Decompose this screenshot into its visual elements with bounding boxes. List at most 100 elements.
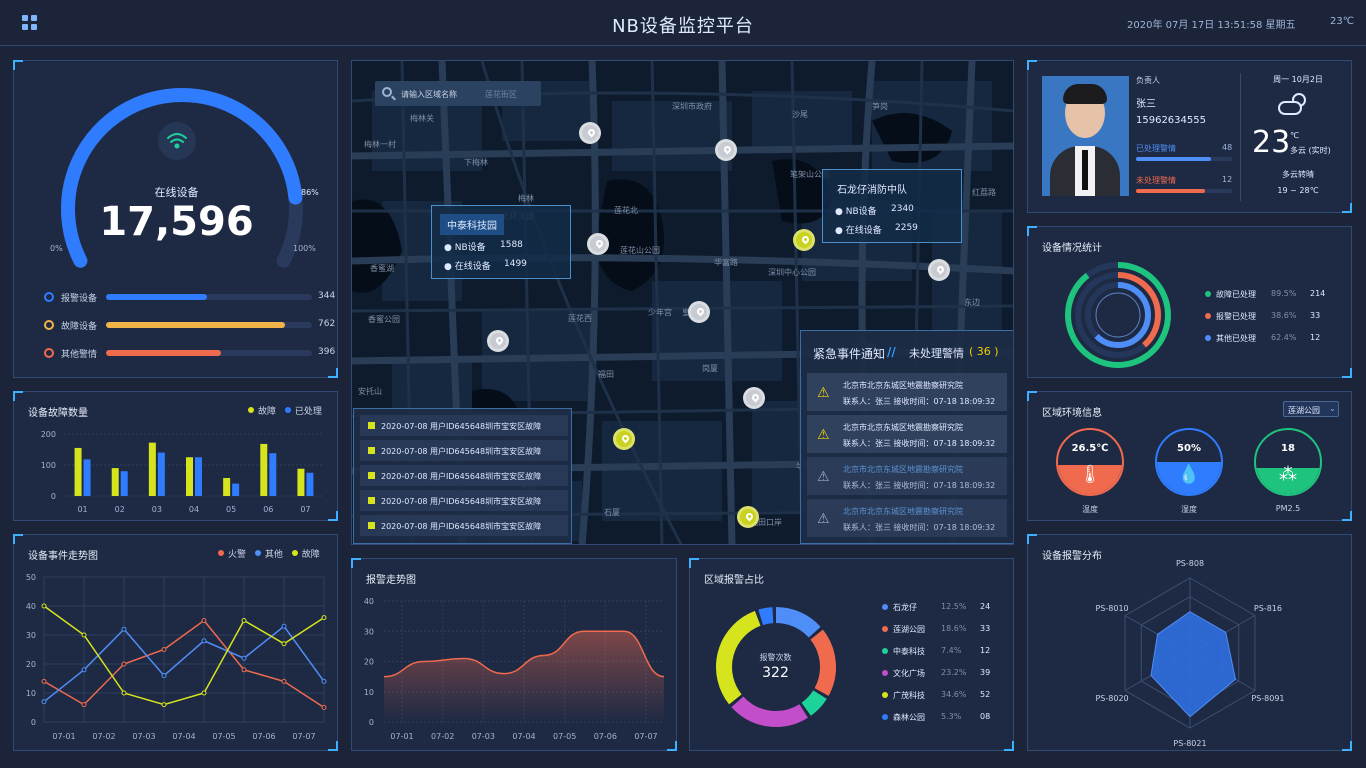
data-point xyxy=(201,618,207,623)
weather-date: 周一 10月2日 xyxy=(1273,75,1323,84)
city-map[interactable]: 梅林一村下梅林莲花山公园笔架山公园深圳中心公园香蜜湖莲花西福田深圳国际广场梅林关… xyxy=(351,60,1014,545)
y-tick: 40 xyxy=(26,602,36,611)
callout-row: ● 在线设备 xyxy=(835,226,882,236)
x-tick: 02 xyxy=(115,505,125,514)
map-place-label: 安托山 xyxy=(358,387,382,396)
alarm-item[interactable]: ⚠ 北京市北京东城区地震勘察研究院 联系人：张三 接收时间：07-18 18:0… xyxy=(807,499,1007,537)
map-pin-alert[interactable] xyxy=(613,428,635,450)
map-pin[interactable] xyxy=(688,301,710,323)
map-pin[interactable] xyxy=(587,233,609,255)
map-pin[interactable] xyxy=(743,387,765,409)
y-tick: 0 xyxy=(369,718,374,727)
x-tick: 07-01 xyxy=(390,732,413,741)
event-list-item[interactable]: 2020-07-08 用户ID645648圳市宝安区故障 xyxy=(360,490,568,511)
chevron-down-icon: ⌄ xyxy=(1329,404,1336,413)
x-tick: 07-06 xyxy=(252,732,275,741)
x-tick: 07-03 xyxy=(472,732,495,741)
region-count: 39 xyxy=(980,668,991,677)
map-place-label: 东边 xyxy=(964,298,980,307)
bar-fault xyxy=(260,443,268,496)
map-pin[interactable] xyxy=(715,139,737,161)
region-name: 文化广场 xyxy=(893,669,925,678)
map-place-label: 香蜜公园 xyxy=(368,315,400,324)
alarm-item[interactable]: ⚠ 北京市北京东城区地震勘察研究院 联系人：张三 接收时间：07-18 18:0… xyxy=(807,457,1007,495)
temperature: 23℃ xyxy=(1330,16,1354,27)
area-fill xyxy=(384,631,664,722)
env-title: 区域环境信息 xyxy=(1042,408,1102,419)
data-point xyxy=(241,667,247,673)
x-tick: 01 xyxy=(77,505,87,514)
x-tick: 07-07 xyxy=(292,732,315,741)
event-list-item[interactable]: 2020-07-08 用户ID645648圳市宝安区故障 xyxy=(360,440,568,461)
legend-dot xyxy=(1205,291,1211,297)
callout-title: 中泰科技园 xyxy=(440,214,504,235)
donut-slice xyxy=(758,607,774,626)
bar-fault xyxy=(111,468,119,496)
callout-shilongzai[interactable]: 石龙仔消防中队 ● NB设备 2340 ● 在线设备 2259 xyxy=(822,169,962,243)
legend-dot xyxy=(882,626,888,632)
device-stat-count: 214 xyxy=(1310,289,1326,298)
x-tick: 07-02 xyxy=(431,732,454,741)
legend-dot xyxy=(882,670,888,676)
x-tick: 03 xyxy=(152,505,162,514)
notice-title: 紧急事件通知 xyxy=(813,347,886,361)
event-list-item[interactable]: 2020-07-08 用户ID645648圳市宝安区故障 xyxy=(360,465,568,486)
callout-title: 石龙仔消防中队 xyxy=(837,185,907,196)
data-point xyxy=(281,678,287,684)
bar-handled xyxy=(232,483,240,496)
donut-slice xyxy=(801,690,827,716)
status-fill xyxy=(106,350,222,356)
legend-dot xyxy=(882,604,888,610)
x-tick: 07 xyxy=(300,505,310,514)
legend-dot xyxy=(1205,335,1211,341)
status-fill xyxy=(106,322,286,328)
data-point xyxy=(161,647,167,652)
donut-slice xyxy=(775,607,821,638)
map-pin[interactable] xyxy=(487,330,509,352)
map-pin[interactable] xyxy=(579,122,601,144)
alarm-item[interactable]: ⚠ 北京市北京东城区地震勘察研究院 联系人：张三 接收时间：07-18 18:0… xyxy=(807,415,1007,453)
alarm-item[interactable]: ⚠ 北京市北京东城区地震勘察研究院 联系人：张三 接收时间：07-18 18:0… xyxy=(807,373,1007,411)
x-tick: 07-03 xyxy=(132,732,155,741)
status-value: 344 xyxy=(318,291,336,301)
status-value: 762 xyxy=(318,319,336,329)
gauge-percent: 86% xyxy=(301,188,319,197)
event-list-item[interactable]: 2020-07-08 用户ID645648圳市宝安区故障 xyxy=(360,515,568,536)
radar-axis-label: PS-8010 xyxy=(1095,604,1128,613)
data-point xyxy=(81,667,87,673)
x-tick: 07-04 xyxy=(512,732,535,741)
env-label: PM2.5 xyxy=(1275,504,1301,513)
event-text: 2020-07-08 用户ID645648圳市宝安区故障 xyxy=(381,447,542,456)
map-search-box[interactable]: 请输入区域名称 莲花街区 xyxy=(375,81,541,106)
x-tick: 06 xyxy=(263,505,273,514)
unhandled-bar xyxy=(1136,189,1232,193)
x-tick: 07-07 xyxy=(634,732,657,741)
callout-zhongtai[interactable]: 中泰科技园 ● NB设备 1588 ● 在线设备 1499 xyxy=(431,205,571,279)
y-tick: 30 xyxy=(26,631,36,640)
y-tick: 100 xyxy=(41,461,56,470)
handled-count: 48 xyxy=(1222,143,1233,152)
region-select-value: 莲湖公园 xyxy=(1288,406,1320,415)
alarm-address: 北京市北京东城区地震勘察研究院 xyxy=(843,381,963,390)
map-pin[interactable] xyxy=(928,259,950,281)
event-text: 2020-07-08 用户ID645648圳市宝安区故障 xyxy=(381,472,542,481)
env-icon: 🌡 xyxy=(1078,464,1102,485)
event-list-item[interactable]: 2020-07-08 用户ID645648圳市宝安区故障 xyxy=(360,415,568,436)
device-stat-pct: 89.5% xyxy=(1271,289,1297,298)
callout-value: 2340 xyxy=(891,204,914,214)
bar-handled xyxy=(195,457,202,496)
x-tick: 07-05 xyxy=(553,732,576,741)
online-label: 在线设备 xyxy=(154,186,199,199)
map-place-label: 梅林一村 xyxy=(364,140,396,149)
map-pin-alert[interactable] xyxy=(793,229,815,251)
map-place-label: 深圳中心公园 xyxy=(768,268,816,277)
data-point xyxy=(81,632,87,638)
map-place-label: 岗厦 xyxy=(702,364,718,373)
region-select[interactable]: 莲湖公园 ⌄ xyxy=(1283,401,1339,417)
status-label: 报警设备 xyxy=(61,294,98,304)
datetime: 2020年 07月 17日 13:51:58 星期五 xyxy=(1127,20,1296,31)
status-fill xyxy=(106,294,207,300)
search-hint: 莲花街区 xyxy=(485,90,517,99)
radar-axis-label: PS-8021 xyxy=(1173,739,1206,748)
map-pin-alert[interactable] xyxy=(737,506,759,528)
